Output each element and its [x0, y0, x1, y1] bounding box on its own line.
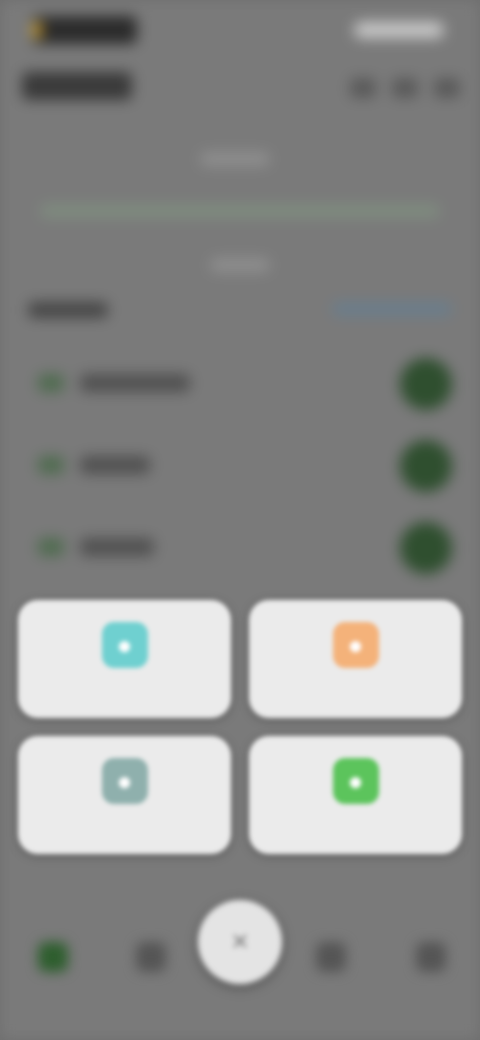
close-icon: ×: [231, 925, 249, 958]
status-bar: [0, 0, 480, 60]
background-app-screen: [0, 0, 480, 1040]
summary-bar: [40, 204, 440, 218]
status-indicators: [354, 22, 444, 38]
list-item[interactable]: [28, 518, 452, 578]
header-action-icon[interactable]: [350, 78, 376, 98]
quick-action-label: [80, 818, 170, 832]
list-item[interactable]: [28, 436, 452, 496]
quick-action-card-3[interactable]: ●: [18, 736, 231, 854]
logo-mark-icon: [32, 22, 42, 38]
quick-action-card-4[interactable]: ●: [249, 736, 462, 854]
quick-action-menu: ● ● ● ●: [18, 600, 462, 854]
list-item-icon: [38, 374, 64, 392]
summary-subtext: [210, 258, 270, 272]
quick-action-card-2[interactable]: ●: [249, 600, 462, 718]
header-actions: [350, 78, 460, 98]
list-item-label: [80, 538, 154, 556]
quick-action-card-1[interactable]: ●: [18, 600, 231, 718]
summary-heading: [200, 152, 270, 166]
header-action-icon[interactable]: [392, 78, 418, 98]
section-title: [28, 302, 108, 318]
section-link[interactable]: [332, 302, 452, 316]
list-item-status-icon: [400, 522, 452, 574]
gray-action-icon: ●: [101, 758, 148, 804]
list-item-label: [80, 374, 190, 392]
quick-action-label: [311, 682, 401, 696]
page-title: [22, 72, 132, 100]
app-logo: [32, 16, 137, 44]
list-item[interactable]: [28, 354, 452, 414]
list-item-status-icon: [400, 440, 452, 492]
list-item-status-icon: [400, 358, 452, 410]
nav-item-icon[interactable]: [416, 942, 446, 972]
nav-item-icon[interactable]: [316, 942, 346, 972]
list-item-icon: [38, 456, 64, 474]
green-action-icon: ●: [332, 758, 379, 804]
list-item-icon: [38, 538, 64, 556]
section-header: [28, 294, 452, 324]
list-item-label: [80, 456, 150, 474]
nav-item-icon[interactable]: [136, 942, 166, 972]
quick-action-label: [80, 682, 170, 696]
teal-action-icon: ●: [101, 622, 148, 668]
quick-action-label: [311, 818, 401, 832]
orange-action-icon: ●: [332, 622, 379, 668]
header-action-icon[interactable]: [434, 78, 460, 98]
nav-home-icon[interactable]: [38, 942, 68, 972]
center-action-button[interactable]: ×: [198, 900, 282, 984]
